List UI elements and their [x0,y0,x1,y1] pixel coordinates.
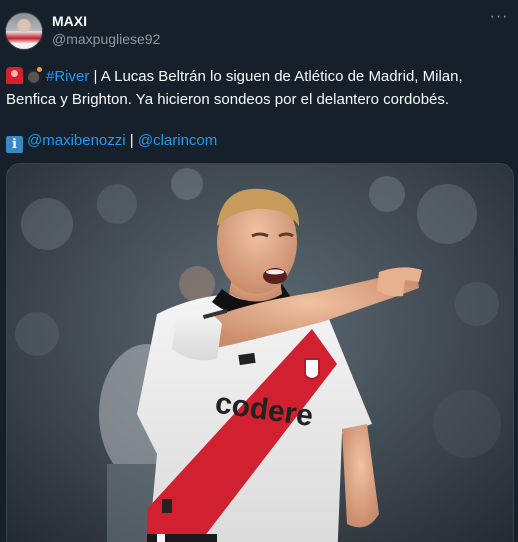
football-player-photo: codere [7,164,513,542]
mention-separator: | [125,132,138,149]
siren-emoji-icon [6,67,23,84]
author-avatar[interactable] [5,12,43,50]
hashtag-link[interactable]: #River [46,68,89,85]
tweet-photo[interactable]: codere [6,163,514,542]
more-options-icon[interactable]: ··· [488,9,510,28]
author-handle[interactable]: @maxpugliese92 [52,31,160,47]
mention-link-maxibenozzi[interactable]: @maxibenozzi [27,132,126,149]
tweet-text: #River | A Lucas Beltrán lo siguen de At… [6,65,506,111]
credits-line: i @maxibenozzi | @clarincom [6,130,217,153]
author-name[interactable]: MAXI [52,13,87,29]
mention-link-clarincom[interactable]: @clarincom [138,132,217,149]
bomb-emoji-icon [26,67,43,84]
info-icon: i [6,136,23,153]
tweet-card: MAXI @maxpugliese92 ··· #River | A Lucas… [0,0,518,542]
